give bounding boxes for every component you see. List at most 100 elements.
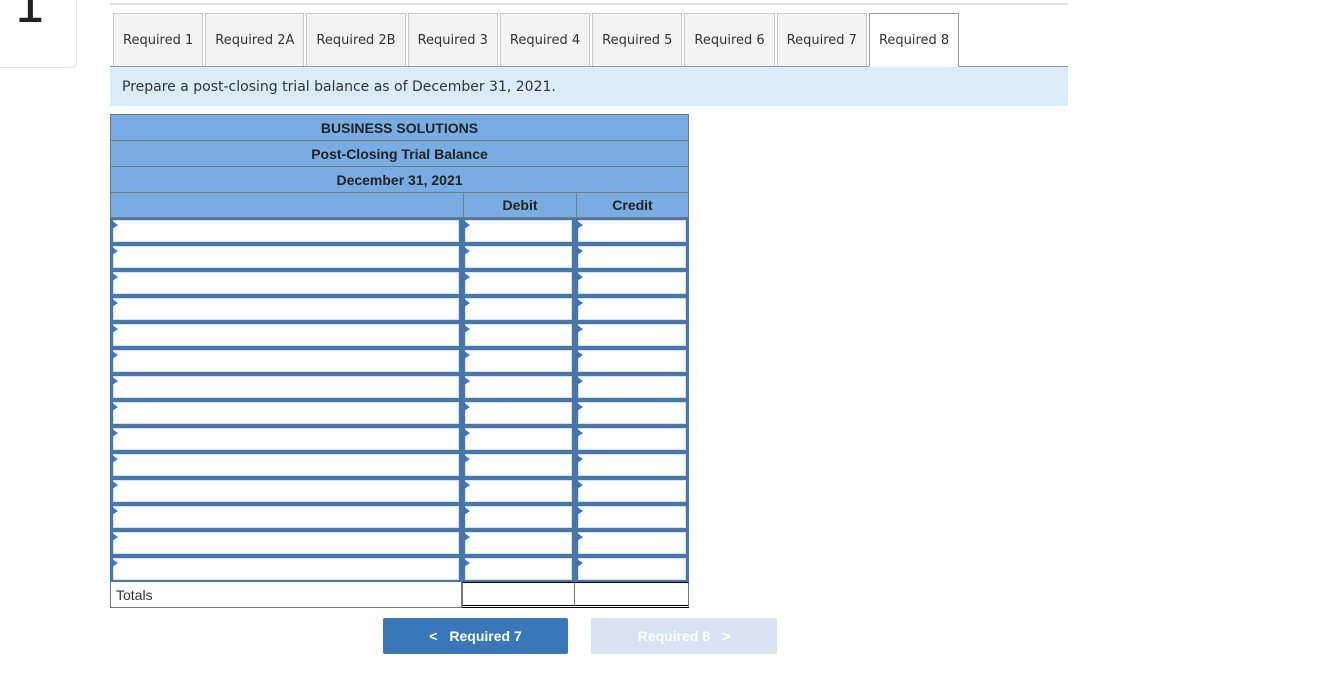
account-cell — [110, 244, 462, 270]
account-input[interactable] — [113, 506, 459, 528]
account-cell — [110, 400, 462, 426]
cell-marker-icon — [577, 481, 583, 489]
top-divider — [110, 3, 1068, 5]
tab-required-3[interactable]: Required 3 — [407, 13, 498, 66]
cell-marker-icon — [112, 481, 118, 489]
credit-cell — [575, 374, 689, 400]
cell-marker-icon — [112, 273, 118, 281]
account-input[interactable] — [113, 272, 459, 294]
chevron-left-icon: < — [429, 628, 438, 644]
cell-marker-icon — [577, 455, 583, 463]
account-input[interactable] — [113, 532, 459, 554]
debit-input[interactable] — [465, 298, 572, 320]
credit-input[interactable] — [578, 506, 686, 528]
account-cell — [110, 218, 462, 244]
debit-cell — [462, 374, 575, 400]
cell-marker-icon — [112, 221, 118, 229]
debit-cell — [462, 348, 575, 374]
previous-requirement-button[interactable]: < Required 7 — [383, 618, 568, 654]
debit-input[interactable] — [465, 454, 572, 476]
debit-input[interactable] — [465, 272, 572, 294]
account-input[interactable] — [113, 428, 459, 450]
cell-marker-icon — [577, 533, 583, 541]
credit-input[interactable] — [578, 324, 686, 346]
debit-input[interactable] — [465, 428, 572, 450]
cell-marker-icon — [112, 377, 118, 385]
account-input[interactable] — [113, 324, 459, 346]
debit-input[interactable] — [465, 480, 572, 502]
question-number: 1 — [13, 0, 47, 35]
credit-input[interactable] — [578, 532, 686, 554]
debit-cell — [462, 556, 575, 582]
tab-required-7[interactable]: Required 7 — [776, 13, 867, 66]
next-requirement-label: Required 8 — [637, 628, 711, 644]
debit-input[interactable] — [465, 324, 572, 346]
account-cell — [110, 504, 462, 530]
account-input[interactable] — [113, 350, 459, 372]
credit-input[interactable] — [578, 246, 686, 268]
account-input[interactable] — [113, 220, 459, 242]
account-input[interactable] — [113, 298, 459, 320]
credit-input[interactable] — [578, 298, 686, 320]
totals-label: Totals — [110, 582, 462, 608]
credit-input[interactable] — [578, 558, 686, 580]
account-cell — [110, 530, 462, 556]
credit-cell — [575, 244, 689, 270]
cell-marker-icon — [464, 247, 470, 255]
cell-marker-icon — [464, 559, 470, 567]
debit-input[interactable] — [465, 376, 572, 398]
credit-input[interactable] — [578, 220, 686, 242]
debit-cell — [462, 478, 575, 504]
tab-required-5[interactable]: Required 5 — [592, 13, 683, 66]
credit-input[interactable] — [578, 428, 686, 450]
company-name-header: BUSINESS SOLUTIONS — [110, 114, 689, 140]
account-cell — [110, 426, 462, 452]
totals-row: Totals — [110, 582, 689, 608]
debit-input[interactable] — [465, 506, 572, 528]
table-row — [110, 374, 689, 400]
tab-required-8[interactable]: Required 8 — [868, 13, 960, 67]
account-column-header — [111, 193, 463, 217]
debit-input[interactable] — [465, 558, 572, 580]
tab-required-2a[interactable]: Required 2A — [205, 13, 305, 66]
account-input[interactable] — [113, 402, 459, 424]
debit-cell — [462, 426, 575, 452]
credit-cell — [575, 556, 689, 582]
debit-cell — [462, 504, 575, 530]
table-row — [110, 348, 689, 374]
credit-input[interactable] — [578, 350, 686, 372]
tab-required-6[interactable]: Required 6 — [684, 13, 775, 66]
credit-input[interactable] — [578, 402, 686, 424]
debit-input[interactable] — [465, 220, 572, 242]
next-requirement-button[interactable]: Required 8 > — [591, 618, 777, 654]
cell-marker-icon — [577, 299, 583, 307]
chevron-right-icon: > — [722, 628, 731, 644]
cell-marker-icon — [464, 507, 470, 515]
tab-required-2b[interactable]: Required 2B — [306, 13, 406, 66]
credit-input[interactable] — [578, 272, 686, 294]
account-cell — [110, 478, 462, 504]
account-input[interactable] — [113, 480, 459, 502]
debit-cell — [462, 218, 575, 244]
account-input[interactable] — [113, 246, 459, 268]
debit-input[interactable] — [465, 246, 572, 268]
cell-marker-icon — [112, 299, 118, 307]
credit-column-header: Credit — [576, 193, 688, 217]
account-input[interactable] — [113, 454, 459, 476]
cell-marker-icon — [464, 481, 470, 489]
credit-input[interactable] — [578, 480, 686, 502]
debit-input[interactable] — [465, 350, 572, 372]
account-input[interactable] — [113, 558, 459, 580]
table-row — [110, 556, 689, 582]
tab-required-1[interactable]: Required 1 — [113, 13, 204, 66]
debit-input[interactable] — [465, 402, 572, 424]
credit-input[interactable] — [578, 454, 686, 476]
cell-marker-icon — [577, 221, 583, 229]
cell-marker-icon — [577, 403, 583, 411]
credit-total — [575, 582, 689, 608]
debit-input[interactable] — [465, 532, 572, 554]
cell-marker-icon — [464, 299, 470, 307]
credit-input[interactable] — [578, 376, 686, 398]
tab-required-4[interactable]: Required 4 — [499, 13, 591, 66]
account-input[interactable] — [113, 376, 459, 398]
